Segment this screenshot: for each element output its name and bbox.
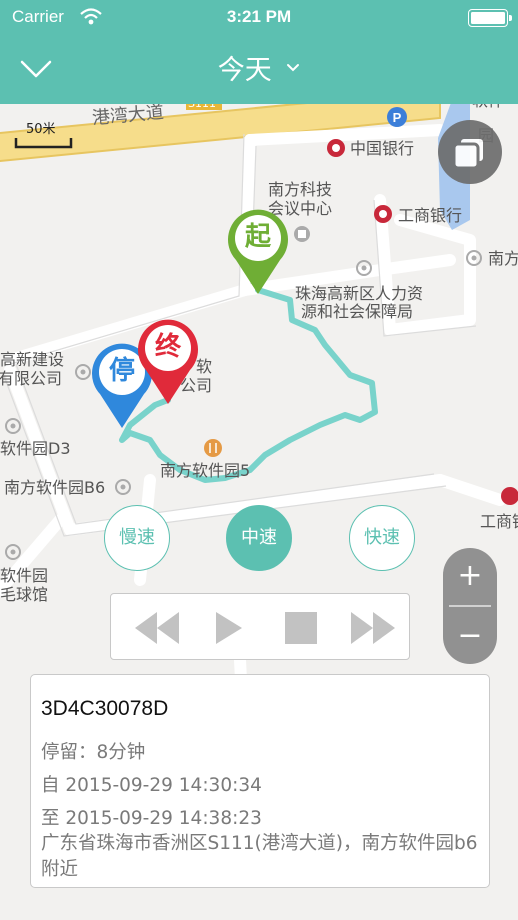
- medium-speed-button[interactable]: 中速: [226, 505, 292, 571]
- poi-b6: 南方软件园B6: [4, 478, 106, 497]
- stop-end-time: 至 2015-09-29 14:38:23: [41, 808, 262, 829]
- poi-bank-china: 中国银行: [350, 139, 415, 158]
- poi-park-line2: 毛球馆: [0, 585, 49, 604]
- page-title: 今天: [217, 55, 272, 86]
- fast-speed-button[interactable]: 快速: [349, 505, 415, 571]
- date-picker[interactable]: 今天: [0, 48, 518, 87]
- start-pin[interactable]: 起: [224, 208, 292, 298]
- vehicle-plate: 3D4C30078D: [41, 697, 169, 720]
- layers-icon: [452, 137, 485, 170]
- playback-controls: [110, 593, 410, 660]
- zoom-out-button[interactable]: −: [443, 608, 497, 664]
- zoom-divider: [449, 605, 491, 607]
- rewind-icon[interactable]: [133, 608, 181, 648]
- end-pin-label: 终: [154, 332, 181, 362]
- zoom-control: + −: [443, 548, 497, 664]
- nav-bar: 今天: [0, 34, 518, 104]
- scale-label: 50米: [26, 122, 56, 137]
- poi-gaoxin-line2: 有限公司: [0, 369, 63, 388]
- restaurant-icon: [204, 439, 222, 457]
- fast-forward-icon[interactable]: [349, 608, 397, 648]
- map-layer-button[interactable]: [438, 120, 502, 184]
- poi-conference-line1: 南方科技: [268, 180, 333, 199]
- stay-duration: 停留：8分钟: [41, 742, 146, 763]
- zoom-in-button[interactable]: +: [443, 548, 497, 604]
- start-pin-label: 起: [244, 222, 271, 252]
- status-bar: Carrier 3:21 PM: [0, 0, 518, 34]
- poi-nanfang-park5: 南方软件园5: [160, 461, 251, 480]
- poi-icbc: 工商银行: [398, 206, 463, 225]
- stop-address: 广东省珠海市香洲区S111(港湾大道)，南方软件园b6附近: [41, 833, 478, 880]
- play-icon[interactable]: [213, 608, 245, 648]
- poi-nanfang-right: 南方: [488, 249, 518, 268]
- end-pin[interactable]: 终: [134, 318, 202, 408]
- poi-park-line1: 软件园: [0, 566, 49, 585]
- battery-icon: [468, 9, 508, 27]
- poi-gaoxin-line1: 高新建设: [0, 350, 65, 369]
- stop-info-card: 3D4C30078D 停留：8分钟 自 2015-09-29 14:30:34 …: [30, 674, 490, 888]
- poi-hr-line1: 珠海高新区人力资: [295, 284, 424, 303]
- battery-tip: [509, 15, 512, 21]
- poi-d3: 软件园D3: [0, 439, 71, 458]
- stop-start-time: 自 2015-09-29 14:30:34: [41, 775, 262, 796]
- poi-icbc-lower: 工商银: [480, 512, 518, 531]
- caret-down-icon: [287, 63, 300, 71]
- clock: 3:21 PM: [226, 7, 292, 26]
- slow-speed-button[interactable]: 慢速: [104, 505, 170, 571]
- poi-hr-line2: 源和社会保障局: [301, 302, 414, 321]
- svg-text:P: P: [393, 110, 402, 125]
- stop-icon[interactable]: [283, 608, 319, 648]
